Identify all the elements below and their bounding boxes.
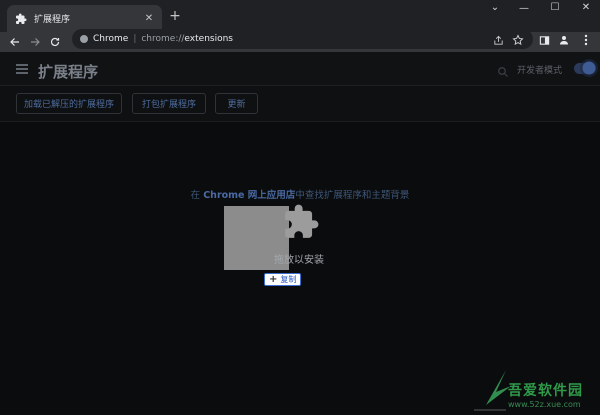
action-bar: 加载已解压的扩展程序 打包扩展程序 更新 (0, 86, 600, 122)
share-icon[interactable] (491, 33, 505, 47)
forward-icon[interactable] (27, 34, 43, 50)
extensions-header: 扩展程序 开发者模式 (0, 52, 600, 86)
store-hint: 在 Chrome 网上应用店中查找扩展程序和主题背景 (0, 187, 600, 201)
watermark-text: 吾爱软件园 (508, 383, 583, 399)
tab-strip: 扩展程序 ✕ + ⌄ — ☐ ✕ (0, 0, 600, 32)
puzzle-icon (282, 202, 320, 242)
bookmark-star-icon[interactable] (511, 33, 525, 47)
side-panel-icon[interactable] (537, 33, 551, 47)
load-unpacked-button[interactable]: 加载已解压的扩展程序 (16, 93, 122, 114)
menu-icon[interactable] (16, 64, 28, 76)
copy-badge: + 复制 (264, 273, 302, 286)
new-tab-button[interactable]: + (167, 8, 183, 24)
address-path: extensions (184, 34, 233, 44)
tab-close-icon[interactable]: ✕ (142, 13, 156, 24)
pack-extension-button[interactable]: 打包扩展程序 (132, 93, 206, 114)
profile-icon[interactable] (557, 33, 571, 47)
store-hint-suffix: 中查找扩展程序和主题背景 (295, 190, 410, 201)
address-bar[interactable]: Chrome | chrome:// extensions (72, 29, 533, 49)
web-store-link[interactable]: Chrome 网上应用店 (203, 190, 295, 201)
tab-search-icon[interactable]: ⌄ (485, 2, 505, 13)
watermark-url: www.52z.xue.com (508, 400, 581, 409)
drop-to-install-text: 拖放以安装 (274, 255, 324, 266)
store-hint-prefix: 在 (190, 190, 204, 201)
developer-mode-label: 开发者模式 (517, 66, 563, 76)
maximize-button[interactable]: ☐ (545, 2, 565, 13)
close-window-button[interactable]: ✕ (576, 2, 596, 13)
developer-mode-toggle[interactable] (572, 57, 598, 79)
tab-title: 扩展程序 (34, 15, 71, 25)
more-menu-icon[interactable] (579, 33, 593, 47)
page-title: 扩展程序 (38, 63, 99, 81)
plus-icon: + (269, 274, 278, 285)
reload-icon[interactable] (47, 34, 63, 50)
search-icon[interactable] (497, 63, 509, 77)
site-info-icon[interactable] (80, 35, 88, 43)
address-scheme: chrome:// (141, 34, 185, 44)
tab-extensions[interactable]: 扩展程序 ✕ (7, 5, 162, 32)
minimize-button[interactable]: — (514, 3, 534, 14)
back-icon[interactable] (7, 34, 23, 50)
puzzle-icon (15, 13, 27, 25)
copy-label: 复制 (280, 275, 297, 284)
address-separator: | (133, 34, 137, 44)
update-button[interactable]: 更新 (215, 93, 258, 114)
address-host: Chrome (93, 34, 129, 44)
